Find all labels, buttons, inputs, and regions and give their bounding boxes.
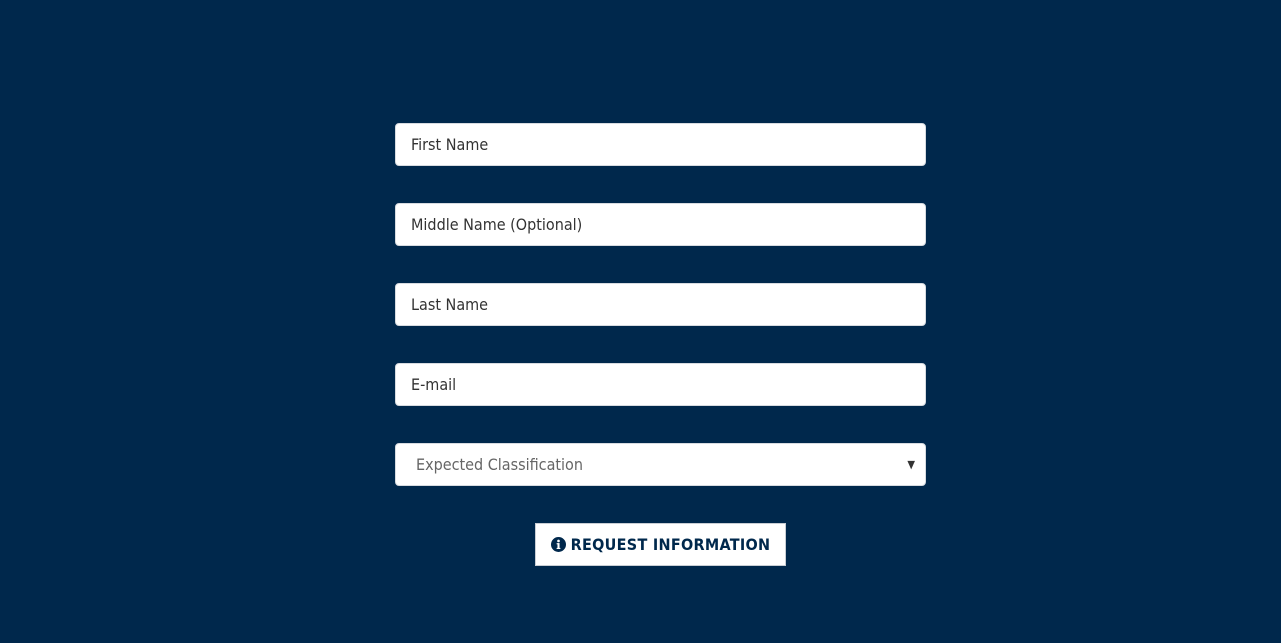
request-information-label: REQUEST INFORMATION xyxy=(570,535,771,554)
request-information-button[interactable]: REQUEST INFORMATION xyxy=(535,523,786,566)
expected-classification-select[interactable]: Expected Classification ▼ xyxy=(395,443,926,486)
request-info-form: Expected Classification ▼ xyxy=(395,123,926,523)
expected-classification-selected-value: Expected Classification xyxy=(416,455,583,474)
email-field-wrapper xyxy=(395,363,926,406)
caret-down-icon: ▼ xyxy=(907,458,915,471)
last-name-field-wrapper xyxy=(395,283,926,326)
middle-name-field-wrapper xyxy=(395,203,926,246)
email-input[interactable] xyxy=(396,364,925,405)
info-circle-icon xyxy=(550,537,566,552)
last-name-input[interactable] xyxy=(396,284,925,325)
first-name-field-wrapper xyxy=(395,123,926,166)
middle-name-input[interactable] xyxy=(396,204,925,245)
first-name-input[interactable] xyxy=(396,124,925,165)
